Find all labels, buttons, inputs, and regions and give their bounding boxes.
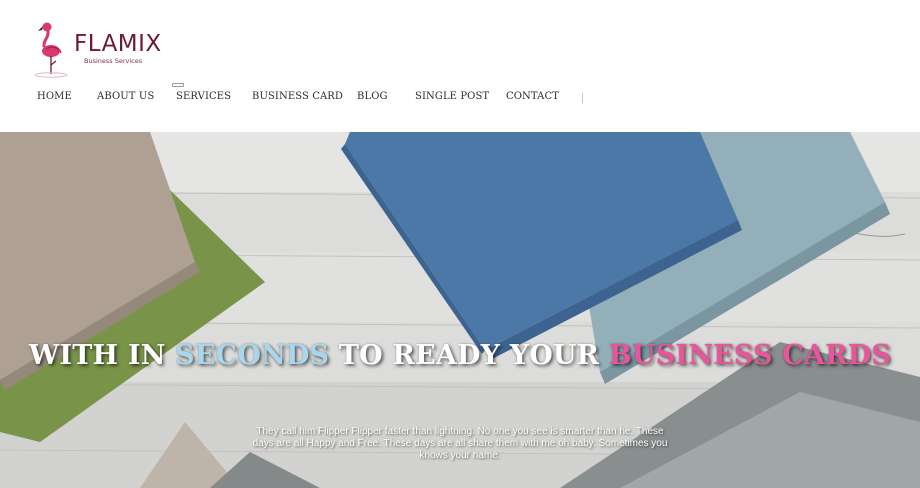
nav-contact[interactable]: CONTACT xyxy=(506,91,559,102)
nav-about-us[interactable]: ABOUT US xyxy=(97,91,154,102)
hero-title-highlight-seconds: SECONDS xyxy=(175,340,330,371)
hero-title: WITH IN SECONDS TO READY YOUR BUSINESS C… xyxy=(0,340,920,371)
active-nav-indicator xyxy=(172,83,184,87)
hero-title-highlight-business-cards: BUSINESS CARDS xyxy=(608,340,892,371)
nav-divider xyxy=(582,93,583,103)
nav-single-post[interactable]: SINGLE POST xyxy=(415,91,489,102)
nav-services[interactable]: SERVICES xyxy=(176,91,231,102)
hero-title-part2: TO READY YOUR xyxy=(329,340,609,371)
nav-home[interactable]: HOME xyxy=(37,91,72,102)
nav-business-card[interactable]: BUSINESS CARD xyxy=(252,91,343,102)
brand-tagline: Business Services xyxy=(84,57,143,65)
nav-blog[interactable]: BLOG xyxy=(357,91,388,102)
brand-logo[interactable]: FLAMIX Business Services xyxy=(34,20,164,80)
flamingo-icon xyxy=(34,22,68,78)
hero-banner: WITH IN SECONDS TO READY YOUR BUSINESS C… xyxy=(0,132,920,488)
hero-title-part1: WITH IN xyxy=(28,340,176,371)
brand-name: FLAMIX xyxy=(74,31,162,57)
hero-description: They call him Flipper Flipper faster tha… xyxy=(252,426,668,461)
site-header: FLAMIX Business Services HOME ABOUT US S… xyxy=(0,0,920,132)
